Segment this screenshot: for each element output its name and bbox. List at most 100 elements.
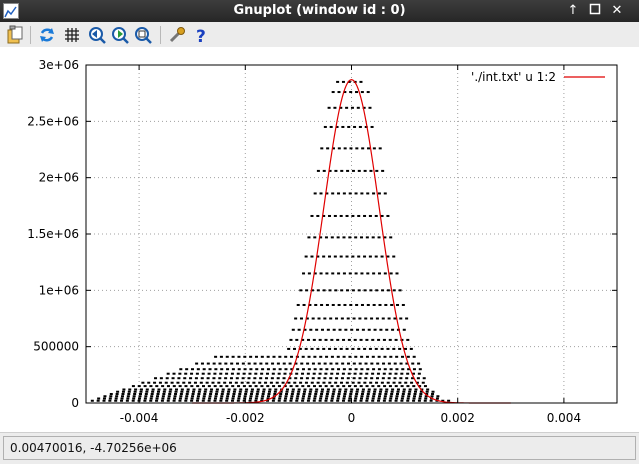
data-point xyxy=(355,91,359,94)
data-point xyxy=(436,395,440,398)
data-point xyxy=(363,169,367,172)
data-point xyxy=(297,388,301,391)
data-point xyxy=(319,368,323,371)
zoom-next-icon[interactable] xyxy=(110,25,130,45)
data-point xyxy=(195,362,199,365)
data-point xyxy=(388,338,392,341)
data-point xyxy=(266,355,270,358)
data-point xyxy=(302,392,306,395)
data-point xyxy=(323,377,327,380)
data-point xyxy=(133,392,137,395)
data-point xyxy=(418,395,422,398)
copy-to-clipboard-icon[interactable] xyxy=(5,25,25,45)
data-point xyxy=(244,392,248,395)
data-point xyxy=(309,328,313,331)
data-point xyxy=(262,390,266,393)
data-point xyxy=(349,303,353,306)
data-point xyxy=(314,390,318,393)
data-point xyxy=(301,368,305,371)
data-point xyxy=(289,338,293,341)
zoom-previous-icon[interactable] xyxy=(87,25,107,45)
help-icon[interactable]: ? xyxy=(191,25,211,47)
data-point xyxy=(377,338,381,341)
settings-icon[interactable] xyxy=(167,25,187,45)
data-point xyxy=(309,388,313,391)
data-point xyxy=(230,372,234,375)
data-point xyxy=(364,377,368,380)
data-point xyxy=(384,392,388,395)
data-point xyxy=(356,106,360,109)
data-point xyxy=(203,390,207,393)
data-point xyxy=(209,392,213,395)
data-point xyxy=(333,255,337,258)
data-point xyxy=(208,395,212,398)
data-point xyxy=(381,169,385,172)
data-point xyxy=(413,392,417,395)
data-point xyxy=(161,397,165,400)
grid-icon[interactable] xyxy=(62,25,82,45)
data-point xyxy=(339,381,343,384)
data-point xyxy=(405,317,409,320)
replot-icon[interactable] xyxy=(37,25,57,45)
data-point xyxy=(390,390,394,393)
data-point xyxy=(373,390,377,393)
data-point xyxy=(367,388,371,391)
data-point xyxy=(392,347,396,350)
data-point xyxy=(202,395,206,398)
data-point xyxy=(115,392,119,395)
data-point xyxy=(377,192,381,195)
maximize-icon[interactable] xyxy=(587,3,603,19)
data-point xyxy=(166,385,170,388)
data-point xyxy=(184,372,188,375)
data-point xyxy=(254,385,258,388)
data-point xyxy=(260,385,264,388)
data-point xyxy=(157,388,161,391)
data-point xyxy=(201,399,205,402)
data-point xyxy=(231,355,235,358)
data-point xyxy=(114,397,118,400)
data-point xyxy=(317,317,321,320)
data-point xyxy=(326,390,330,393)
data-point xyxy=(380,381,384,384)
data-point xyxy=(399,362,403,365)
data-point xyxy=(264,381,268,384)
data-point xyxy=(406,385,410,388)
data-point xyxy=(193,381,197,384)
y-tick-label: 2.5e+06 xyxy=(27,114,79,128)
plot-canvas[interactable]: -0.004 -0.002 0 0.002 0.004 0 500000 1e+06 1.5e+… xyxy=(0,47,639,432)
data-point xyxy=(198,388,202,391)
data-point xyxy=(201,372,205,375)
data-point xyxy=(375,381,379,384)
plot-area[interactable]: -0.004 -0.002 0 0.002 0.004 0 500000 1e+06 1.5e+… xyxy=(0,47,639,432)
data-point xyxy=(249,368,253,371)
data-point xyxy=(323,362,327,365)
autoscale-icon[interactable] xyxy=(133,25,153,45)
x-tick-label: 0 xyxy=(348,411,356,425)
close-icon[interactable]: ✕ xyxy=(609,3,625,19)
data-point xyxy=(172,385,176,388)
data-point xyxy=(166,399,170,402)
data-point xyxy=(171,377,175,380)
data-point xyxy=(406,355,410,358)
data-point xyxy=(230,362,234,365)
data-point xyxy=(357,289,361,292)
data-point xyxy=(365,372,369,375)
data-point xyxy=(289,399,293,402)
data-point xyxy=(227,390,231,393)
data-point xyxy=(144,392,148,395)
data-point xyxy=(256,390,260,393)
data-point xyxy=(332,388,336,391)
data-point xyxy=(137,385,141,388)
data-point xyxy=(138,392,142,395)
data-point xyxy=(158,381,162,384)
data-point xyxy=(195,399,199,402)
data-point xyxy=(304,255,308,258)
shade-up-icon[interactable]: ↑ xyxy=(565,3,581,19)
data-point xyxy=(248,399,252,402)
data-point xyxy=(342,192,346,195)
data-point xyxy=(383,192,387,195)
data-point xyxy=(120,395,124,398)
data-point xyxy=(342,272,346,275)
data-point xyxy=(300,377,304,380)
data-point xyxy=(185,368,189,371)
